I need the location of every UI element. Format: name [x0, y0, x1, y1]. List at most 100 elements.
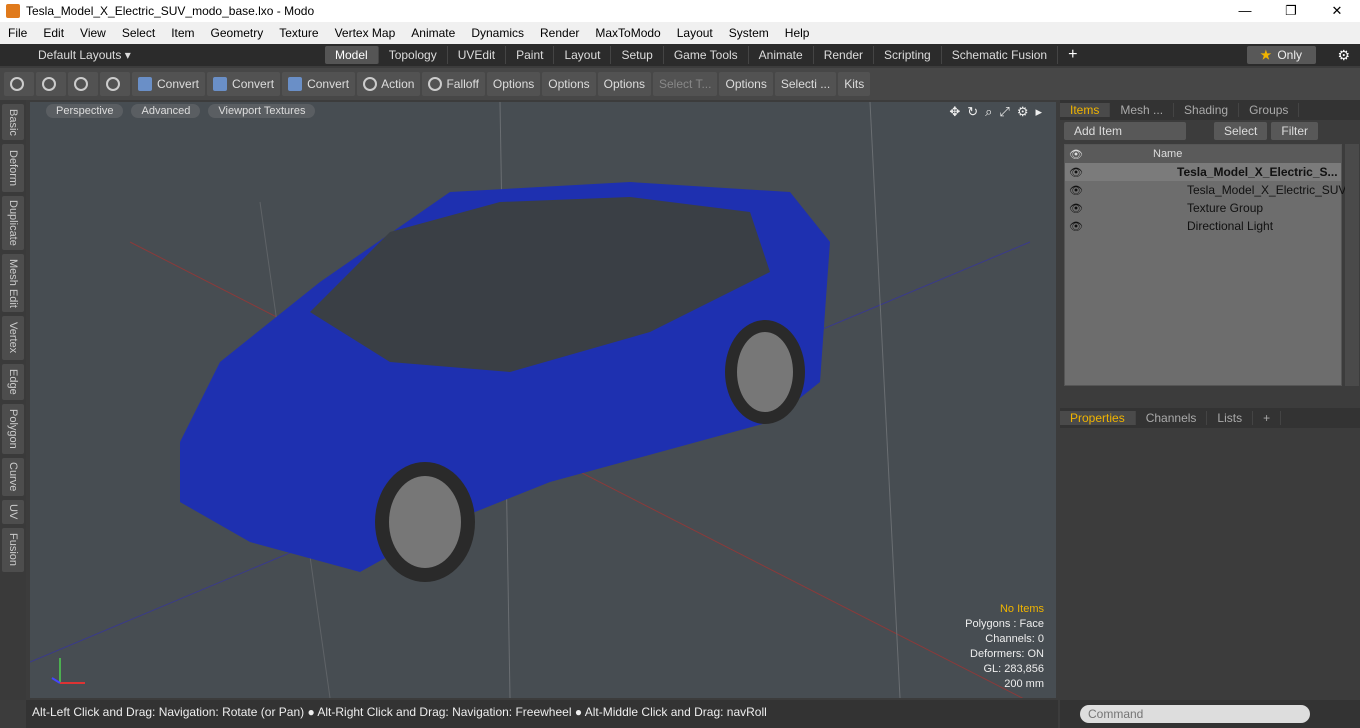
menu-vertex-map[interactable]: Vertex Map: [327, 26, 404, 40]
zoom-view-icon[interactable]: ⌕: [985, 104, 992, 120]
tab-lists[interactable]: Lists: [1207, 411, 1254, 425]
select-vertices-button[interactable]: [4, 72, 34, 96]
menu-dynamics[interactable]: Dynamics: [463, 26, 532, 40]
menu-view[interactable]: View: [72, 26, 114, 40]
item-row[interactable]: 👁 Tesla_Model_X_Electric_S...: [1065, 163, 1341, 181]
select-through-button[interactable]: Select T...: [653, 72, 718, 96]
tab-duplicate[interactable]: Duplicate: [2, 196, 24, 250]
command-input[interactable]: [1080, 705, 1310, 723]
tab-curve[interactable]: Curve: [2, 458, 24, 496]
gear-icon[interactable]: ⚙: [1337, 47, 1350, 64]
viewport-more-icon[interactable]: ▸: [1035, 104, 1042, 120]
select-edges-button[interactable]: [36, 72, 66, 96]
app-icon: [6, 4, 20, 18]
tab-mesh-edit[interactable]: Mesh Edit: [2, 254, 24, 312]
eye-icon[interactable]: 👁: [1065, 202, 1087, 215]
tab-topology[interactable]: Topology: [379, 46, 448, 64]
menu-system[interactable]: System: [721, 26, 777, 40]
item-row[interactable]: 👁 Tesla_Model_X_Electric_SUV ...: [1065, 181, 1360, 199]
tab-layout[interactable]: Layout: [554, 46, 612, 64]
tab-animate[interactable]: Animate: [749, 46, 814, 64]
rotate-view-icon[interactable]: ↻: [967, 104, 978, 120]
minimize-button[interactable]: —: [1222, 0, 1268, 22]
select-items-button[interactable]: [100, 72, 130, 96]
options-3-label: Options: [603, 77, 645, 91]
item-row[interactable]: 👁 Directional Light: [1065, 217, 1341, 235]
item-list-scrollbar[interactable]: [1345, 144, 1359, 386]
default-layouts-dropdown[interactable]: Default Layouts ▾: [0, 48, 325, 62]
menu-item[interactable]: Item: [163, 26, 202, 40]
tab-groups[interactable]: Groups: [1239, 103, 1300, 117]
maximize-view-icon[interactable]: ⤢: [999, 104, 1009, 120]
options-4-button[interactable]: Options: [719, 72, 773, 96]
layout-tab-bar: Default Layouts ▾ Model Topology UVEdit …: [0, 44, 1360, 66]
tab-mesh[interactable]: Mesh ...: [1110, 103, 1175, 117]
only-toggle[interactable]: ★ Only: [1246, 46, 1316, 64]
tab-edge[interactable]: Edge: [2, 364, 24, 400]
item-row[interactable]: 👁 Texture Group: [1065, 199, 1341, 217]
tab-paint[interactable]: Paint: [506, 46, 555, 64]
maximize-button[interactable]: ❐: [1268, 0, 1314, 22]
selection-button[interactable]: Selecti ...: [774, 72, 837, 96]
convert-1-label: Convert: [157, 77, 200, 91]
menu-file[interactable]: File: [0, 26, 35, 40]
tab-basic[interactable]: Basic: [2, 104, 24, 140]
tab-fusion[interactable]: Fusion: [2, 528, 24, 572]
options-1-button[interactable]: Options: [486, 72, 541, 96]
add-tab-button[interactable]: +: [1058, 46, 1087, 64]
tab-render[interactable]: Render: [814, 46, 875, 64]
move-view-icon[interactable]: ✥: [949, 104, 960, 120]
tab-polygon[interactable]: Polygon: [2, 404, 24, 454]
menu-bar: File Edit View Select Item Geometry Text…: [0, 22, 1360, 44]
convert-1-button[interactable]: Convert: [132, 72, 206, 96]
select-button[interactable]: Select: [1214, 122, 1268, 140]
filter-button[interactable]: Filter: [1271, 122, 1319, 140]
menu-texture[interactable]: Texture: [271, 26, 326, 40]
eye-icon[interactable]: 👁: [1065, 220, 1087, 233]
convert-2-button[interactable]: Convert: [207, 72, 281, 96]
perspective-button[interactable]: Perspective: [46, 104, 124, 118]
gl-info: GL: 283,856: [983, 663, 1044, 675]
viewport-settings-icon[interactable]: ⚙: [1017, 104, 1029, 120]
menu-edit[interactable]: Edit: [35, 26, 72, 40]
options-2-button[interactable]: Options: [542, 72, 596, 96]
tab-properties[interactable]: Properties: [1060, 411, 1136, 425]
tab-setup[interactable]: Setup: [611, 46, 664, 64]
tab-model[interactable]: Model: [325, 46, 379, 64]
menu-maxtomodo[interactable]: MaxToModo: [587, 26, 668, 40]
tab-channels[interactable]: Channels: [1136, 411, 1208, 425]
menu-layout[interactable]: Layout: [669, 26, 721, 40]
add-item-button[interactable]: Add Item: [1064, 122, 1186, 140]
select-polygons-button[interactable]: [68, 72, 98, 96]
tab-uv[interactable]: UV: [2, 500, 24, 524]
eye-icon[interactable]: 👁: [1065, 184, 1087, 197]
tab-vertex[interactable]: Vertex: [2, 316, 24, 360]
tab-schematic-fusion[interactable]: Schematic Fusion: [942, 46, 1059, 64]
eye-icon[interactable]: 👁: [1065, 166, 1087, 179]
menu-geometry[interactable]: Geometry: [203, 26, 272, 40]
convert-3-button[interactable]: Convert: [282, 72, 356, 96]
menu-render[interactable]: Render: [532, 26, 587, 40]
tab-items[interactable]: Items: [1060, 103, 1111, 117]
action-center-button[interactable]: Action: [357, 72, 421, 96]
menu-help[interactable]: Help: [777, 26, 818, 40]
close-button[interactable]: ✕: [1314, 0, 1360, 22]
circle-icon: [10, 77, 24, 91]
tab-game-tools[interactable]: Game Tools: [664, 46, 749, 64]
add-panel-tab-button[interactable]: +: [1253, 411, 1282, 425]
advanced-button[interactable]: Advanced: [131, 104, 201, 118]
tab-deform[interactable]: Deform: [2, 144, 24, 192]
polygons-info: Polygons : Face: [965, 618, 1044, 630]
tab-shading[interactable]: Shading: [1174, 103, 1240, 117]
kits-button[interactable]: Kits: [838, 72, 871, 96]
options-3-button[interactable]: Options: [597, 72, 651, 96]
3d-viewport[interactable]: Perspective Advanced Viewport Textures ✥…: [30, 102, 1056, 698]
falloff-button[interactable]: Falloff: [422, 72, 485, 96]
menu-animate[interactable]: Animate: [403, 26, 463, 40]
selection-label: Selecti ...: [780, 77, 831, 91]
menu-select[interactable]: Select: [114, 26, 163, 40]
viewport-textures-button[interactable]: Viewport Textures: [208, 104, 316, 118]
cube-icon: [213, 77, 228, 91]
tab-scripting[interactable]: Scripting: [874, 46, 942, 64]
tab-uvedit[interactable]: UVEdit: [448, 46, 507, 64]
